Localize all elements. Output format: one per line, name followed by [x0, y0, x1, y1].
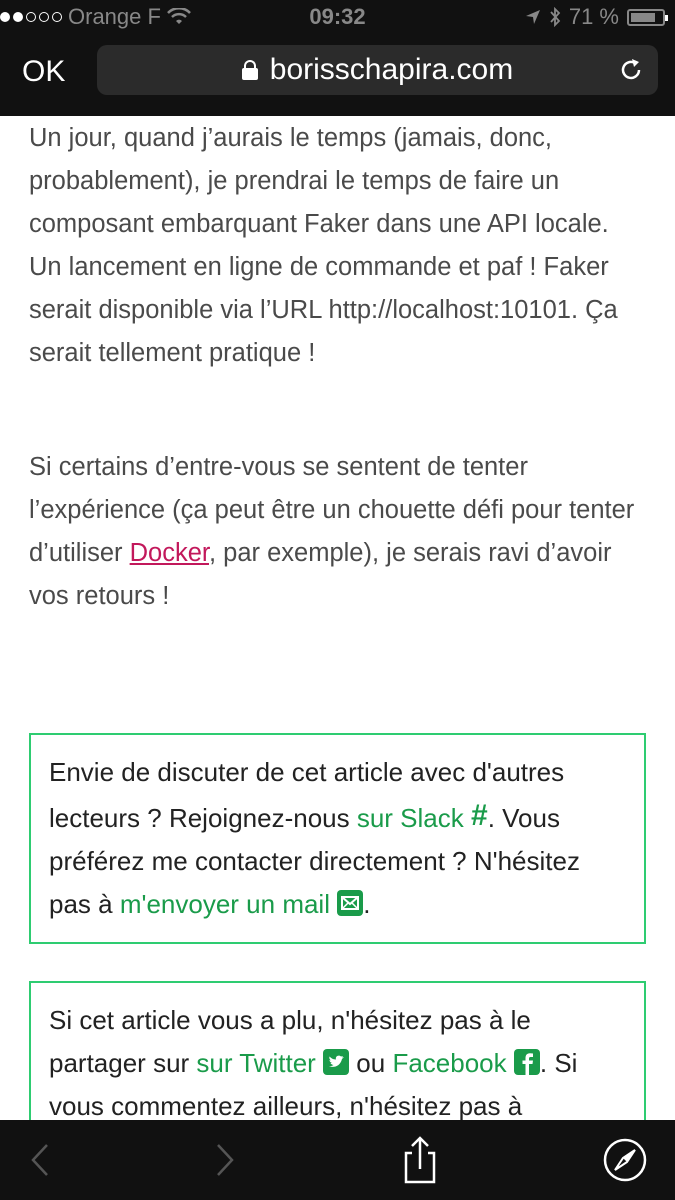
twitter-icon[interactable]	[323, 1049, 350, 1075]
reload-icon[interactable]	[618, 57, 644, 83]
facebook-link[interactable]: Facebook	[392, 1048, 506, 1078]
location-arrow-icon	[525, 10, 540, 24]
docker-link[interactable]: Docker	[130, 539, 209, 567]
lock-icon	[241, 60, 258, 80]
facebook-icon[interactable]	[513, 1049, 540, 1075]
compass-button[interactable]	[600, 1120, 650, 1200]
back-button[interactable]	[20, 1120, 60, 1200]
url-text: borisschapira.com	[269, 53, 514, 86]
bluetooth-icon	[550, 7, 561, 27]
share-icon	[404, 1136, 436, 1184]
forward-button[interactable]	[205, 1120, 245, 1200]
share-button[interactable]	[395, 1120, 445, 1200]
mail-link[interactable]: m'envoyer un mail	[120, 889, 330, 919]
battery-icon	[627, 8, 668, 26]
slack-link[interactable]: sur Slack	[357, 803, 464, 833]
twitter-link[interactable]: sur Twitter	[196, 1048, 315, 1078]
discuss-callout: Envie de discuter de cet article avec d'…	[29, 733, 646, 944]
article-paragraph: Si certains d’entre-vous se sentent de t…	[29, 446, 644, 618]
chevron-left-icon	[31, 1144, 48, 1176]
browser-toolbar: OK borisschapira.com	[0, 38, 675, 116]
done-button[interactable]: OK	[22, 54, 65, 90]
share-callout: Si cet article vous a plu, n'hésitez pas…	[29, 981, 646, 1120]
envelope-icon[interactable]	[337, 890, 364, 916]
bottom-toolbar	[0, 1120, 675, 1200]
article-paragraph: Un jour, quand j’aurais le temps (jamais…	[29, 124, 618, 367]
status-right: 71 %	[525, 4, 668, 30]
callout-text: ou	[349, 1048, 393, 1078]
callout-text: .	[363, 889, 371, 919]
battery-percent: 71 %	[568, 4, 619, 29]
compass-icon	[603, 1138, 647, 1182]
slack-hash-icon[interactable]: #	[471, 794, 488, 837]
chevron-right-icon	[217, 1144, 234, 1176]
page-content: Un jour, quand j’aurais le temps (jamais…	[0, 116, 675, 1120]
address-bar[interactable]: borisschapira.com	[97, 45, 658, 95]
status-bar: Orange F 09:32 71 %	[0, 0, 675, 38]
